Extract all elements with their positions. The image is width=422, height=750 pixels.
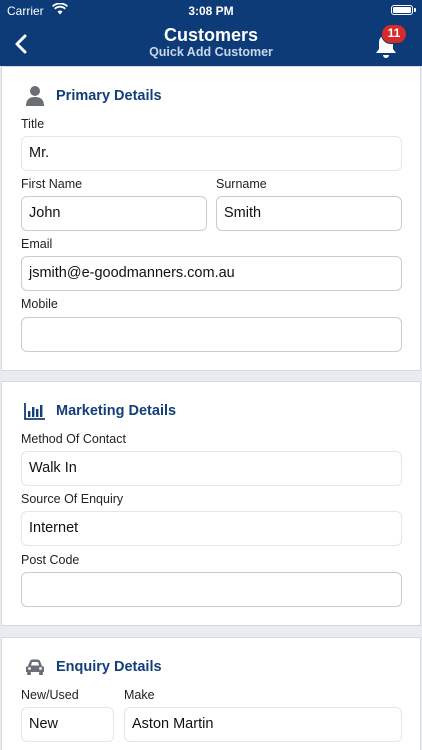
- primary-details-header: Primary Details: [22, 84, 162, 108]
- notification-badge: 11: [381, 24, 407, 44]
- enquiry-details-header: Enquiry Details: [22, 655, 162, 679]
- nav-bar: Carrier 3:08 PM Customers Quick Add Cust…: [0, 0, 422, 66]
- primary-details-card: Primary Details Title Mr. First Name Joh…: [1, 66, 421, 371]
- title-label: Title: [21, 117, 45, 131]
- mobile-field[interactable]: [21, 317, 402, 352]
- section-title: Enquiry Details: [56, 659, 162, 675]
- clock: 3:08 PM: [188, 4, 234, 18]
- first-name-label: First Name: [21, 177, 83, 191]
- title-field[interactable]: Mr.: [21, 136, 402, 171]
- person-icon: [22, 85, 48, 107]
- status-bar: Carrier 3:08 PM: [0, 0, 422, 22]
- source-of-enquiry-field[interactable]: Internet: [21, 511, 402, 546]
- make-label: Make: [124, 688, 155, 702]
- new-used-field[interactable]: New: [21, 707, 114, 742]
- method-of-contact-field[interactable]: Walk In: [21, 451, 402, 486]
- bar-chart-icon: [22, 400, 48, 422]
- email-label: Email: [21, 237, 53, 251]
- source-of-enquiry-label: Source Of Enquiry: [21, 492, 124, 506]
- method-of-contact-label: Method Of Contact: [21, 432, 126, 446]
- email-field[interactable]: jsmith@e-goodmanners.com.au: [21, 256, 402, 291]
- first-name-field[interactable]: John: [21, 196, 207, 231]
- page-title: Customers: [163, 25, 259, 45]
- post-code-field[interactable]: [21, 572, 402, 607]
- surname-label: Surname: [216, 177, 267, 191]
- car-icon: [22, 656, 48, 678]
- surname-field[interactable]: Smith: [216, 196, 402, 231]
- battery-icon: [391, 5, 413, 15]
- mobile-label: Mobile: [21, 297, 58, 311]
- section-title: Marketing Details: [56, 403, 177, 419]
- make-field[interactable]: Aston Martin: [124, 707, 402, 742]
- marketing-details-header: Marketing Details: [22, 399, 176, 423]
- new-used-label: New/Used: [21, 688, 79, 702]
- page-subtitle: Quick Add Customer: [149, 45, 273, 59]
- marketing-details-card: Marketing Details Method Of Contact Walk…: [1, 381, 421, 626]
- enquiry-details-card: Enquiry Details New/Used New Make Aston …: [1, 637, 421, 750]
- post-code-label: Post Code: [21, 553, 80, 567]
- section-title: Primary Details: [56, 88, 162, 104]
- battery-tip: [414, 8, 416, 12]
